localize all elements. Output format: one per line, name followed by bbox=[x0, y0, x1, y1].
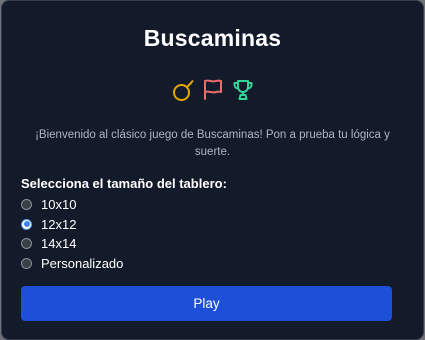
game-title: Buscaminas bbox=[143, 25, 282, 51]
play-button[interactable]: Play bbox=[21, 286, 392, 321]
option-label-12x12: 12x12 bbox=[41, 216, 77, 232]
trophy-icon bbox=[231, 78, 255, 102]
option-label-14x14: 14x14 bbox=[41, 236, 77, 252]
radio-personalizado[interactable] bbox=[21, 257, 32, 269]
welcome-text: ¡Bienvenido al clásico juego de Buscamin… bbox=[35, 129, 390, 158]
flag-icon bbox=[201, 78, 225, 102]
radio-14x14[interactable] bbox=[21, 238, 32, 250]
option-12x12[interactable]: 12x12 bbox=[21, 215, 123, 235]
icon-row bbox=[2, 78, 423, 102]
game-setup-card: Buscaminas ¡Bienvenido al clásico juego … bbox=[1, 0, 424, 340]
option-14x14[interactable]: 14x14 bbox=[21, 234, 123, 254]
option-label-10x10: 10x10 bbox=[41, 197, 77, 213]
bomb-icon bbox=[171, 78, 195, 102]
board-size-label: Selecciona el tamaño del tablero: bbox=[21, 176, 227, 191]
radio-10x10[interactable] bbox=[21, 199, 32, 211]
radio-12x12[interactable] bbox=[21, 218, 32, 230]
option-personalizado[interactable]: Personalizado bbox=[21, 254, 123, 274]
option-label-personalizado: Personalizado bbox=[41, 255, 124, 271]
option-10x10[interactable]: 10x10 bbox=[21, 195, 123, 215]
board-size-options: 10x10 12x12 14x14 Personalizado bbox=[21, 195, 123, 273]
